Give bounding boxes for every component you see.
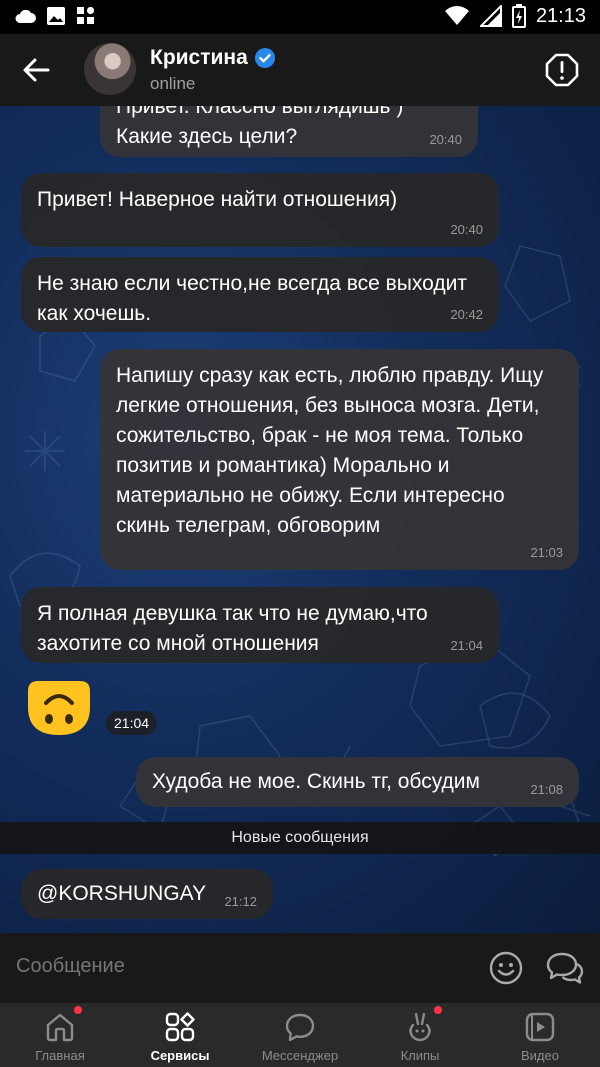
upside-down-face-sticker-icon[interactable] bbox=[24, 677, 94, 737]
message-text: Я полная девушка так что не думаю,что за… bbox=[37, 602, 428, 655]
system-indicators: 21:13 bbox=[444, 4, 586, 28]
new-messages-divider: Новые сообщения bbox=[0, 822, 600, 854]
message-time: 21:08 bbox=[530, 782, 563, 797]
outgoing-message[interactable]: Худоба не мое. Скинь тг, обсудим 21:08 bbox=[136, 757, 579, 807]
clock: 21:13 bbox=[535, 4, 586, 27]
services-grid-icon bbox=[165, 1012, 195, 1042]
image-icon bbox=[47, 7, 65, 25]
contact-name: Кристина bbox=[150, 46, 248, 69]
outgoing-message[interactable]: Напишу сразу как есть, люблю правду. Ищу… bbox=[100, 349, 579, 570]
message-text: Привет! Наверное найти отношения) bbox=[37, 188, 398, 211]
tab-label: Видео bbox=[521, 1048, 559, 1063]
tab-services[interactable]: Сервисы bbox=[120, 1003, 240, 1067]
apps-icon bbox=[77, 6, 95, 24]
tab-home[interactable]: Главная bbox=[0, 1003, 120, 1067]
tab-video[interactable]: Видео bbox=[480, 1003, 600, 1067]
message-time: 21:04 bbox=[450, 638, 483, 653]
avatar[interactable] bbox=[84, 43, 136, 95]
incoming-message[interactable]: @KORSHUNGAY 21:12 bbox=[21, 869, 273, 919]
back-arrow-icon[interactable] bbox=[18, 52, 54, 88]
tab-label: Главная bbox=[35, 1048, 85, 1063]
outgoing-message[interactable]: Привет. Классно выглядишь ) Какие здесь … bbox=[100, 106, 478, 157]
report-alert-icon[interactable] bbox=[544, 52, 580, 88]
tab-messenger[interactable]: Мессенджер bbox=[240, 1003, 360, 1067]
cloud-icon bbox=[15, 9, 36, 23]
chats-icon[interactable] bbox=[546, 950, 584, 986]
incoming-message[interactable]: Не знаю если честно,не всегда все выходи… bbox=[21, 257, 499, 332]
wifi-icon bbox=[444, 6, 469, 26]
notification-icons bbox=[14, 6, 96, 26]
chat-header: Кристина online bbox=[0, 34, 600, 106]
message-composer bbox=[0, 933, 600, 1003]
verified-badge-icon bbox=[254, 48, 275, 68]
contact-status: online bbox=[150, 74, 196, 93]
message-time: 21:04 bbox=[106, 711, 158, 735]
chat-area[interactable]: Привет. Классно выглядишь ) Какие здесь … bbox=[0, 106, 600, 933]
video-icon bbox=[525, 1012, 555, 1042]
contact-name-row[interactable]: Кристина bbox=[150, 46, 276, 70]
message-text: Худоба не мое. Скинь тг, обсудим bbox=[152, 770, 480, 793]
incoming-message[interactable]: Я полная девушка так что не думаю,что за… bbox=[21, 587, 499, 663]
message-text: Не знаю если честно,не всегда все выходи… bbox=[37, 272, 467, 325]
tab-label: Клипы bbox=[400, 1048, 440, 1063]
messenger-icon bbox=[285, 1013, 315, 1042]
message-text: Напишу сразу как есть, люблю правду. Ищу… bbox=[116, 364, 544, 537]
status-bar: 21:13 bbox=[0, 0, 600, 34]
signal-icon bbox=[479, 5, 502, 27]
tab-label: Сервисы bbox=[150, 1048, 210, 1063]
message-time: 20:40 bbox=[450, 222, 483, 237]
incoming-message[interactable]: Привет! Наверное найти отношения) 20:40 bbox=[21, 173, 499, 247]
tab-label: Мессенджер bbox=[261, 1048, 339, 1063]
emoji-icon[interactable] bbox=[488, 950, 524, 986]
clips-icon bbox=[409, 1012, 431, 1042]
message-text: Привет. Классно выглядишь ) Какие здесь … bbox=[116, 106, 404, 148]
message-input[interactable] bbox=[16, 955, 456, 978]
notification-badge bbox=[434, 1006, 442, 1014]
battery-charging-icon bbox=[511, 4, 526, 28]
message-time: 21:12 bbox=[224, 894, 257, 909]
tab-clips[interactable]: Клипы bbox=[360, 1003, 480, 1067]
message-time: 20:40 bbox=[429, 132, 462, 147]
home-icon bbox=[46, 1013, 74, 1042]
message-time: 20:42 bbox=[450, 307, 483, 322]
notification-badge bbox=[74, 1006, 82, 1014]
bottom-tab-bar: Главная Сервисы Мессенджер Клипы Видео bbox=[0, 1003, 600, 1067]
message-time: 21:03 bbox=[530, 545, 563, 560]
